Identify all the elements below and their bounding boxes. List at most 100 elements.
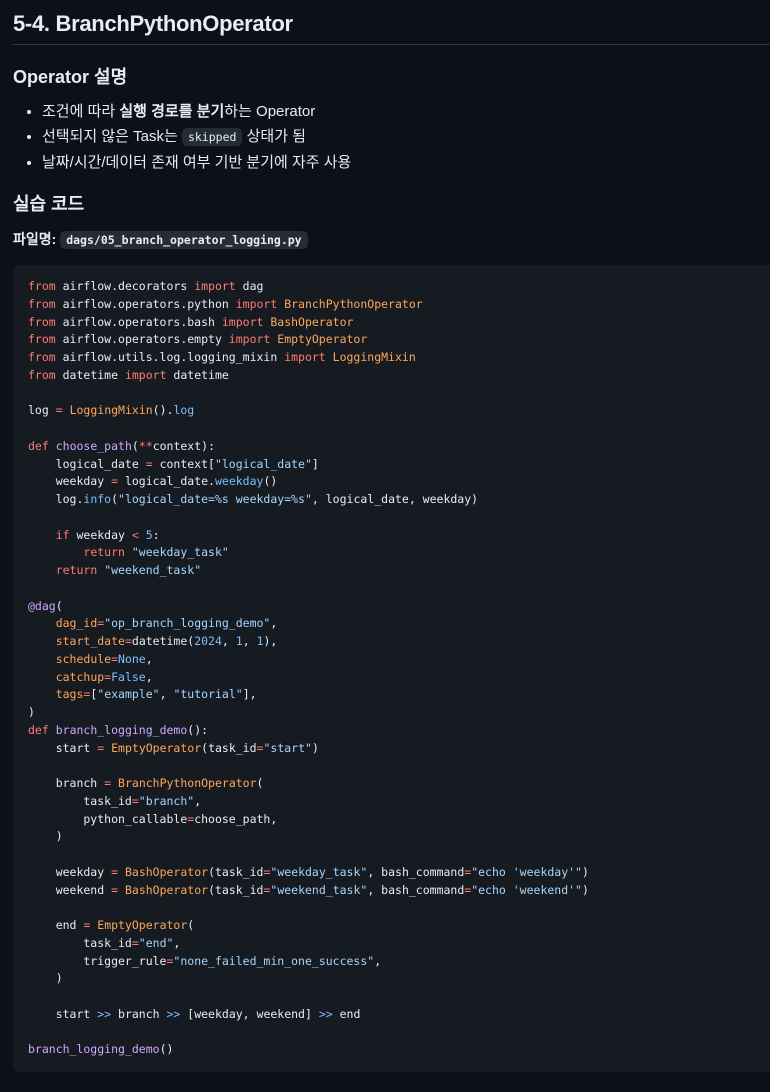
- code-token: "echo 'weekend'": [471, 882, 582, 897]
- code-token: task_id: [28, 935, 132, 950]
- code-token: :: [152, 527, 160, 542]
- code-token: ): [28, 971, 63, 986]
- code-token: "weekend_task": [270, 882, 368, 897]
- code-token: from: [28, 332, 56, 347]
- file-label: 파일명: [13, 231, 52, 247]
- code-token: weekday: [28, 864, 112, 879]
- code-line: ​: [28, 846, 770, 864]
- code-token: ]: [311, 456, 319, 471]
- bullet-text: 조건에 따라: [42, 103, 120, 120]
- code-token: branch_logging_demo: [55, 722, 188, 737]
- code-line: weekend = BashOperator(task_id="weekend_…: [28, 882, 770, 900]
- bullet-text: 날짜/시간/데이터 존재 여부 기반 분기에 자주 사용: [42, 154, 352, 171]
- code-line: def choose_path(**context):: [28, 438, 770, 456]
- code-token: datetime: [55, 367, 125, 382]
- code-token: logical_date: [28, 456, 146, 471]
- code-token: choose_path: [55, 438, 132, 453]
- code-line: logical_date = context["logical_date"]: [28, 456, 770, 474]
- code-token: "start": [263, 740, 312, 755]
- code-line: weekday = logical_date.weekday(): [28, 473, 770, 491]
- code-token: 5: [145, 527, 153, 542]
- code-line: from airflow.decorators import dag: [28, 278, 770, 296]
- code-token: airflow.decorators: [55, 279, 195, 293]
- code-token: def: [28, 438, 49, 453]
- code-token: ,: [159, 687, 174, 702]
- code-token: "echo 'weekday'": [471, 864, 582, 879]
- code-token: =: [111, 474, 119, 489]
- code-token: "end": [138, 935, 174, 950]
- code-token: "tutorial": [173, 687, 243, 702]
- code-token: import: [124, 367, 167, 382]
- code-token: end: [28, 918, 84, 932]
- code-line: from airflow.utils.log.logging_mixin imp…: [28, 349, 770, 367]
- code-token: start_date: [55, 634, 125, 648]
- code-token: from: [28, 350, 56, 364]
- code-token: "op_branch_logging_demo": [104, 616, 271, 631]
- code-token: return: [55, 563, 98, 577]
- code-token: from: [28, 279, 56, 293]
- code-token: task_id: [28, 793, 132, 808]
- code-token: ): [311, 740, 319, 755]
- code-line: ​: [28, 385, 770, 403]
- code-token: (: [256, 776, 264, 790]
- code-line: if weekday < 5:: [28, 527, 770, 545]
- code-line: ​: [28, 509, 770, 527]
- code-token: "none_failed_min_one_success": [173, 953, 375, 968]
- code-token: (: [187, 918, 195, 932]
- code-token: log: [173, 403, 195, 418]
- code-token: ): [581, 864, 589, 879]
- code-line: catchup=False,: [28, 669, 770, 687]
- code-line: log = LoggingMixin().log: [28, 402, 770, 420]
- code-token: =: [145, 456, 153, 471]
- section-heading-operator: Operator 설명: [13, 67, 128, 87]
- file-name-code: dags/05_branch_operator_logging.py: [60, 231, 308, 249]
- code-line: schedule=None,: [28, 651, 770, 669]
- code-line: task_id="end",: [28, 935, 770, 953]
- code-token: if: [55, 527, 70, 542]
- code-token: BranchPythonOperator: [118, 776, 257, 790]
- code-token: ,: [173, 935, 181, 950]
- code-token: =: [111, 651, 119, 666]
- code-token: "branch": [138, 793, 195, 808]
- code-line: ​: [28, 899, 770, 917]
- code-token: import: [221, 314, 264, 329]
- code-token: BashOperator: [124, 882, 209, 897]
- code-token: ,: [270, 616, 278, 631]
- code-line: start = EmptyOperator(task_id="start"): [28, 740, 770, 758]
- code-token: "weekday_task": [131, 545, 229, 560]
- code-token: ,: [374, 953, 382, 968]
- code-token: BashOperator: [124, 864, 209, 879]
- code-token: BashOperator: [263, 314, 354, 329]
- code-token: start: [28, 740, 98, 755]
- code-line: trigger_rule="none_failed_min_one_succes…: [28, 953, 770, 971]
- code-token: schedule: [55, 651, 112, 666]
- code-token: (task_id: [208, 882, 264, 897]
- code-line: ​: [28, 988, 770, 1006]
- code-token: ],: [242, 687, 257, 702]
- code-block[interactable]: from airflow.decorators import dag from a…: [13, 265, 770, 1072]
- code-line: ): [28, 970, 770, 988]
- code-token: EmptyOperator: [270, 332, 368, 347]
- code-token: branch: [111, 1006, 167, 1021]
- code-token: LoggingMixin: [69, 403, 153, 418]
- inline-code: skipped: [181, 128, 243, 146]
- code-token: 2024: [194, 634, 222, 648]
- code-token: info: [83, 492, 112, 506]
- code-line: ​: [28, 757, 770, 775]
- code-token: (: [131, 438, 139, 453]
- code-line: return "weekday_task": [28, 544, 770, 562]
- code-token: >>: [318, 1006, 333, 1021]
- code-token: =: [111, 882, 119, 897]
- code-token: (): [263, 474, 278, 489]
- code-token: @dag: [28, 598, 56, 613]
- code-line: @dag(: [28, 598, 770, 616]
- code-token: dag: [235, 279, 264, 293]
- code-token: =: [111, 864, 119, 879]
- code-token: ,: [221, 634, 236, 648]
- code-token: "logical_date": [214, 456, 312, 471]
